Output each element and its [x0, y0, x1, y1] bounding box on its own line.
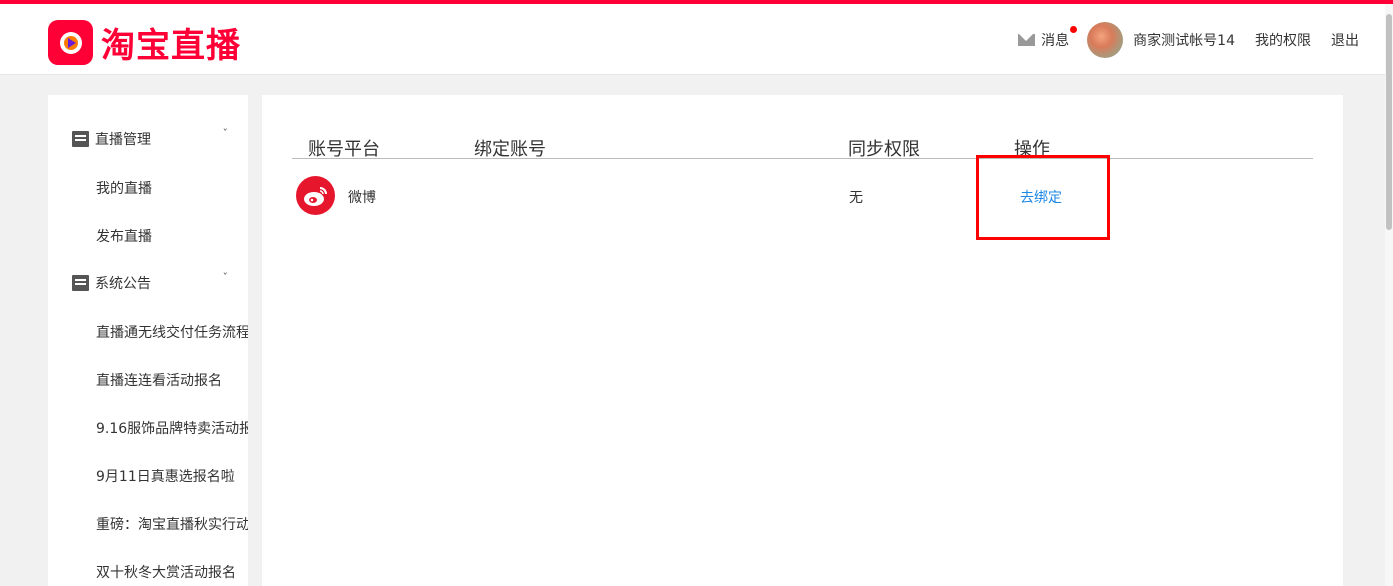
- annotation-highlight-box: [976, 155, 1110, 240]
- sidebar-item-publish-live[interactable]: 发布直播: [96, 226, 152, 246]
- sidebar-item-announcement[interactable]: 直播连连看活动报名: [96, 370, 222, 390]
- table-header-divider: [292, 158, 1313, 159]
- sidebar-group-label: 直播管理: [95, 132, 151, 148]
- page-scrollbar[interactable]: [1385, 4, 1393, 586]
- chevron-down-icon: ˇ: [222, 127, 229, 140]
- header-actions: 消息 商家测试帐号14 我的权限 退出: [1018, 20, 1359, 60]
- platform-name: 微博: [348, 190, 376, 206]
- messages-label: 消息: [1041, 33, 1070, 49]
- document-icon: [72, 131, 89, 147]
- sidebar-group-announcements[interactable]: 系统公告 ˇ: [72, 271, 242, 293]
- sidebar-item-announcement[interactable]: 重磅：淘宝直播秋实行动: [96, 514, 248, 534]
- document-icon: [72, 275, 89, 291]
- avatar[interactable]: [1087, 22, 1124, 58]
- sidebar-item-announcement[interactable]: 直播通无线交付任务流程: [96, 322, 248, 342]
- sidebar: 直播管理 ˇ 我的直播 发布直播 系统公告 ˇ 直播通无线交付任务流程 直播连连…: [48, 95, 248, 586]
- weibo-icon: [296, 176, 335, 215]
- unread-dot: [1070, 26, 1078, 33]
- sidebar-item-announcement[interactable]: 双十秋冬大赏活动报名: [96, 562, 236, 582]
- main-panel: 账号平台 绑定账号 同步权限 操作 微博 无 去绑定: [262, 95, 1343, 586]
- sidebar-item-announcement[interactable]: 9月11日真惠选报名啦: [96, 466, 235, 486]
- chevron-down-icon: ˇ: [222, 271, 229, 284]
- header: 淘宝直播 消息 商家测试帐号14 我的权限 退出: [0, 4, 1385, 75]
- sync-permission-value: 无: [849, 190, 863, 206]
- messages-link[interactable]: 消息: [1018, 26, 1078, 50]
- username[interactable]: 商家测试帐号14: [1133, 30, 1235, 50]
- logo-text: 淘宝直播: [101, 26, 241, 66]
- sidebar-group-label: 系统公告: [95, 276, 151, 292]
- sidebar-item-announcement[interactable]: 9.16服饰品牌特卖活动报: [96, 418, 248, 438]
- logo[interactable]: 淘宝直播: [48, 18, 241, 67]
- scrollbar-thumb[interactable]: [1386, 14, 1392, 230]
- logout-link[interactable]: 退出: [1331, 30, 1359, 50]
- mail-icon: [1018, 34, 1036, 46]
- taobao-live-logo-icon: [48, 20, 93, 65]
- sidebar-item-my-live[interactable]: 我的直播: [96, 178, 152, 198]
- sidebar-group-live-management[interactable]: 直播管理 ˇ: [72, 127, 242, 149]
- my-permissions-link[interactable]: 我的权限: [1255, 30, 1311, 50]
